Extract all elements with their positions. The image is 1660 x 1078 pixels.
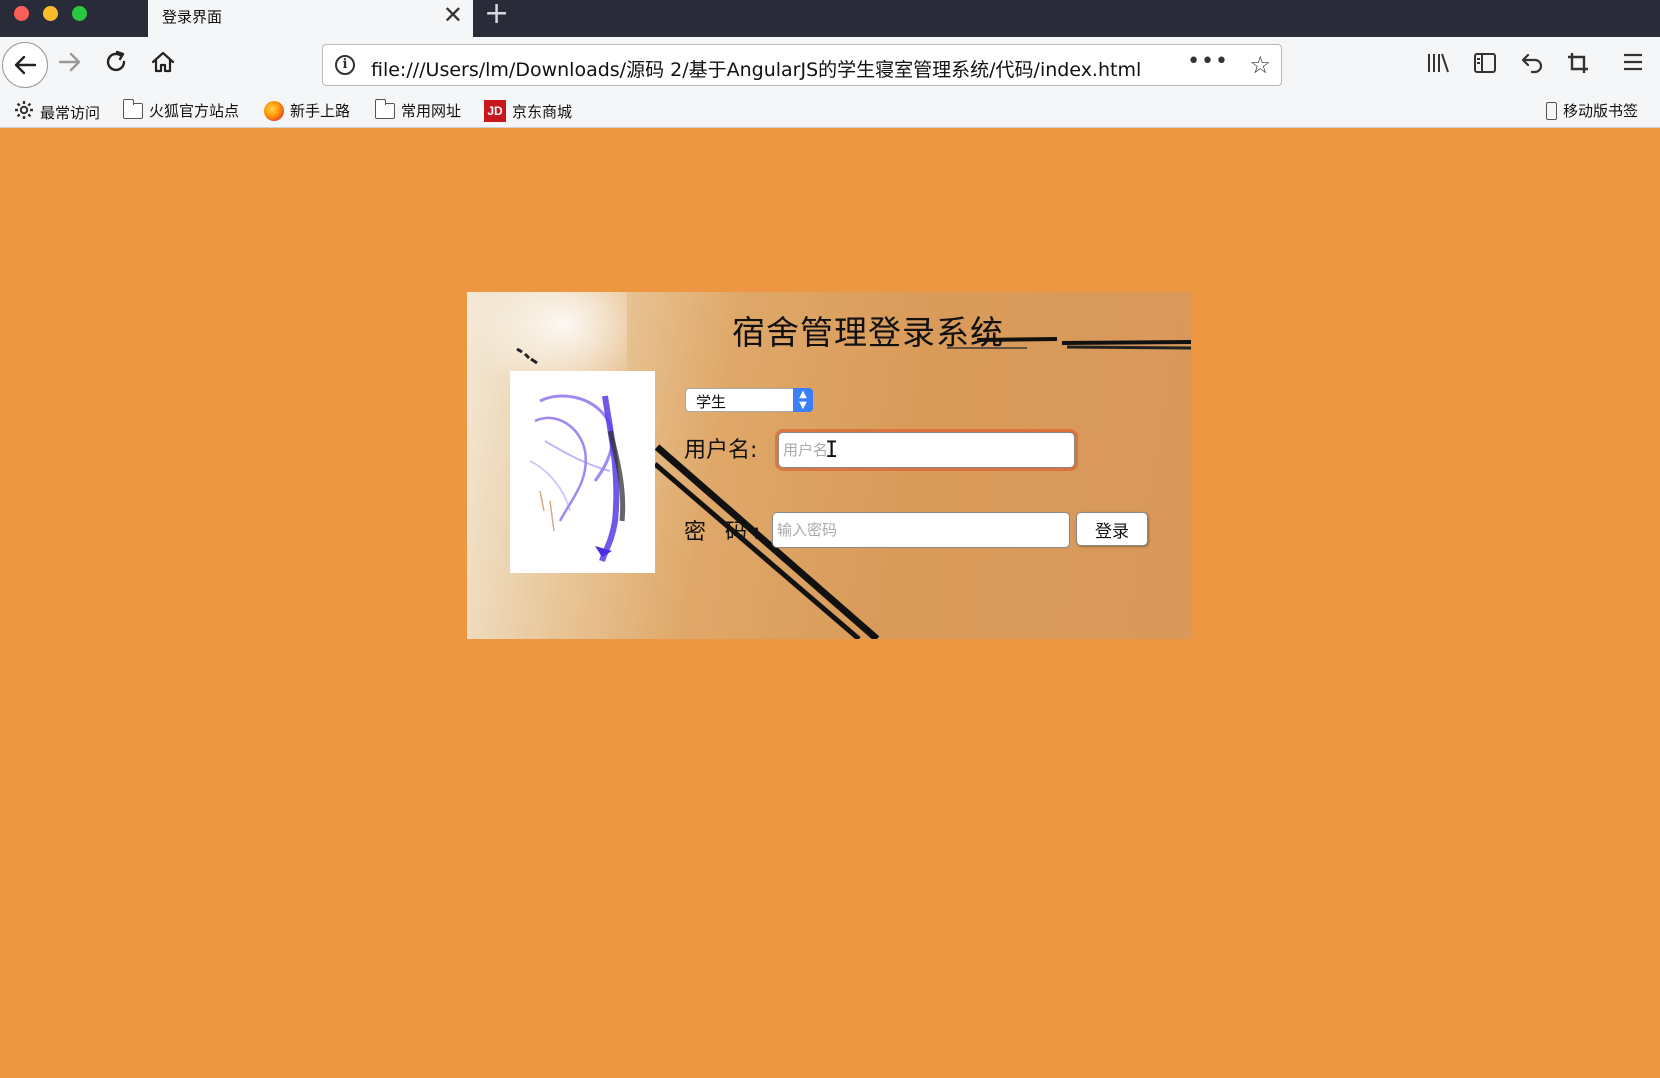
new-tab-icon[interactable]: +: [484, 0, 509, 29]
username-input[interactable]: [778, 432, 1075, 468]
library-icon[interactable]: [1426, 51, 1450, 79]
bookmark-item[interactable]: 常用网址: [374, 98, 462, 121]
window-minimize-button[interactable]: [43, 6, 58, 21]
folder-icon: [122, 98, 143, 119]
role-select[interactable]: 学生 ▲ ▼: [685, 388, 813, 412]
window-maximize-button[interactable]: [72, 6, 87, 21]
menu-hamburger-icon[interactable]: [1622, 51, 1644, 77]
password-label: 密 码:: [684, 520, 767, 545]
sidebar-icon[interactable]: [1473, 51, 1497, 79]
page-title: 宿舍管理登录系统: [732, 313, 1004, 352]
window-close-button[interactable]: [14, 6, 29, 21]
browser-tab[interactable]: 登录界面 ✕: [148, 0, 473, 37]
url-bar[interactable]: i file:///Users/lm/Downloads/源码 2/基于Angu…: [322, 44, 1282, 86]
bookmark-label: 最常访问: [40, 103, 101, 122]
bookmark-label: 新手上路: [290, 102, 351, 120]
url-text[interactable]: file:///Users/lm/Downloads/源码 2/基于Angula…: [371, 55, 1141, 82]
bookmark-item[interactable]: 新手上路: [264, 100, 350, 121]
firefox-icon: [264, 100, 284, 121]
page-actions-icon[interactable]: •••: [1187, 49, 1229, 74]
login-panel: 宿舍管理登录系统 学生 ▲▼ 用户名: I 密 码: 登录: [467, 292, 1191, 639]
back-button[interactable]: [2, 42, 48, 88]
home-icon: [151, 51, 175, 73]
screenshot-crop-icon[interactable]: [1566, 51, 1590, 79]
role-selected-value: 学生: [696, 393, 727, 411]
tab-title: 登录界面: [162, 8, 223, 26]
nav-toolbar: i file:///Users/lm/Downloads/源码 2/基于Angu…: [0, 37, 1660, 92]
login-button[interactable]: 登录: [1076, 512, 1148, 546]
bookmark-label: 常用网址: [401, 102, 462, 120]
folder-icon: [374, 98, 395, 119]
arrow-left-icon: [14, 55, 37, 75]
page-info-icon[interactable]: i: [335, 55, 355, 75]
reload-button[interactable]: [104, 50, 128, 78]
tab-close-icon[interactable]: ✕: [443, 3, 463, 27]
undo-icon[interactable]: [1520, 51, 1544, 79]
home-button[interactable]: [150, 49, 176, 79]
text-cursor-icon: I: [825, 438, 839, 463]
forward-button[interactable]: [58, 51, 82, 77]
bookmark-item[interactable]: JD 京东商城: [484, 100, 572, 122]
bookmark-item[interactable]: 火狐官方站点: [122, 98, 240, 121]
bookmark-star-icon[interactable]: ☆: [1249, 51, 1271, 79]
mobile-bookmarks[interactable]: 移动版书签: [1546, 100, 1638, 121]
gear-icon: [14, 100, 34, 124]
bookmark-item[interactable]: 最常访问: [14, 100, 100, 124]
bookmarks-toolbar: 最常访问 火狐官方站点 新手上路 常用网址 JD 京东商城 移动版书签: [0, 92, 1660, 128]
password-input[interactable]: [772, 512, 1070, 548]
chevron-updown-icon[interactable]: ▲ ▼: [793, 388, 813, 412]
mobile-phone-icon: [1546, 101, 1557, 120]
jd-icon: JD: [484, 100, 506, 122]
reload-icon: [106, 50, 126, 72]
tab-strip: 登录界面 ✕ +: [0, 0, 1660, 37]
mobile-bookmarks-label: 移动版书签: [1563, 102, 1639, 120]
bookmark-label: 京东商城: [512, 102, 573, 121]
bookmark-label: 火狐官方站点: [149, 102, 240, 120]
arrow-right-icon: [58, 52, 81, 72]
avatar-image: [510, 371, 655, 573]
username-label: 用户名:: [684, 438, 758, 463]
